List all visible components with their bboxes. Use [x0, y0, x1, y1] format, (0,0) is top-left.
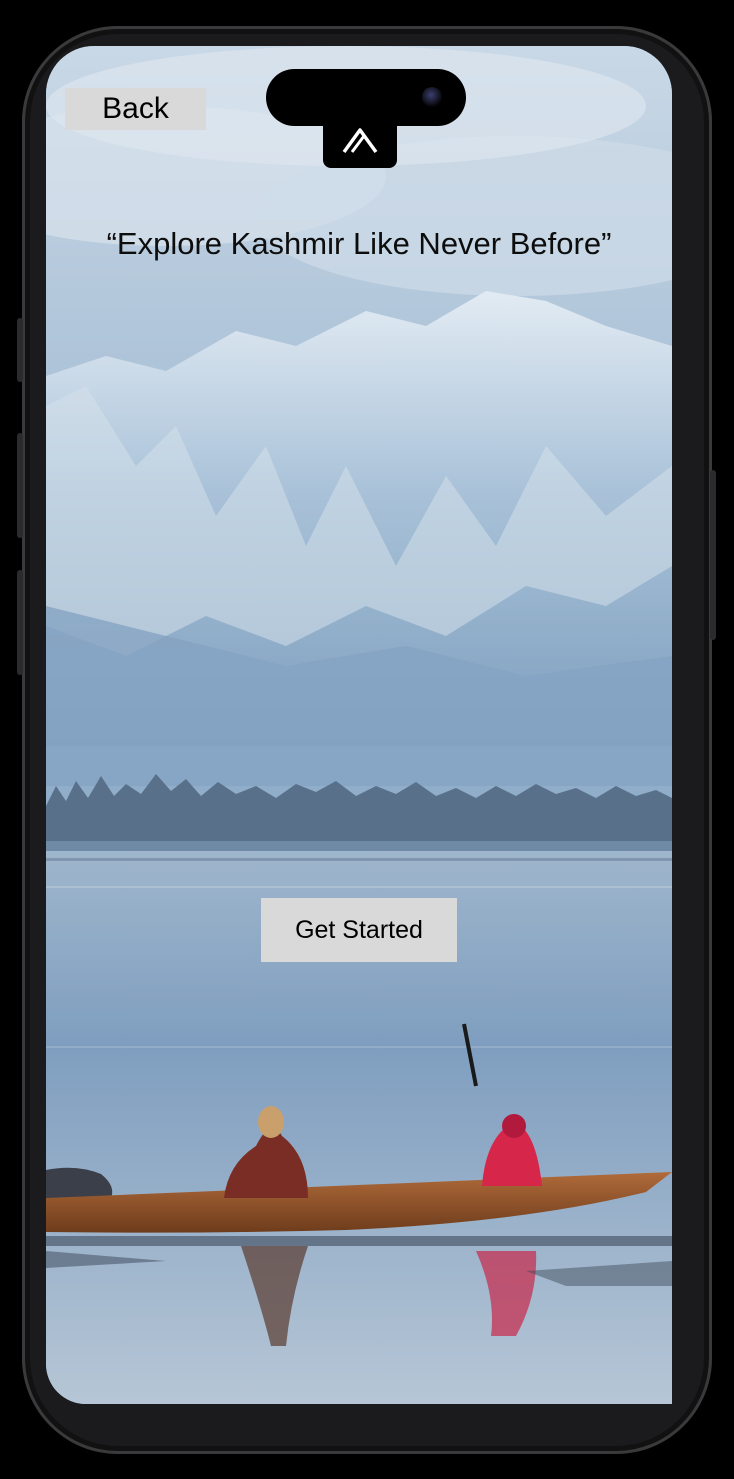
action-side-button	[17, 318, 23, 382]
back-button[interactable]: Back	[65, 88, 206, 130]
power-side-button	[710, 470, 716, 640]
hero-tagline: “Explore Kashmir Like Never Before”	[106, 226, 612, 261]
get-started-button[interactable]: Get Started	[261, 898, 457, 962]
brand-logo-icon	[342, 128, 378, 154]
volume-up-side-button	[17, 433, 23, 538]
front-camera-icon	[422, 87, 442, 107]
volume-down-side-button	[17, 570, 23, 675]
brand-logo	[323, 112, 397, 168]
